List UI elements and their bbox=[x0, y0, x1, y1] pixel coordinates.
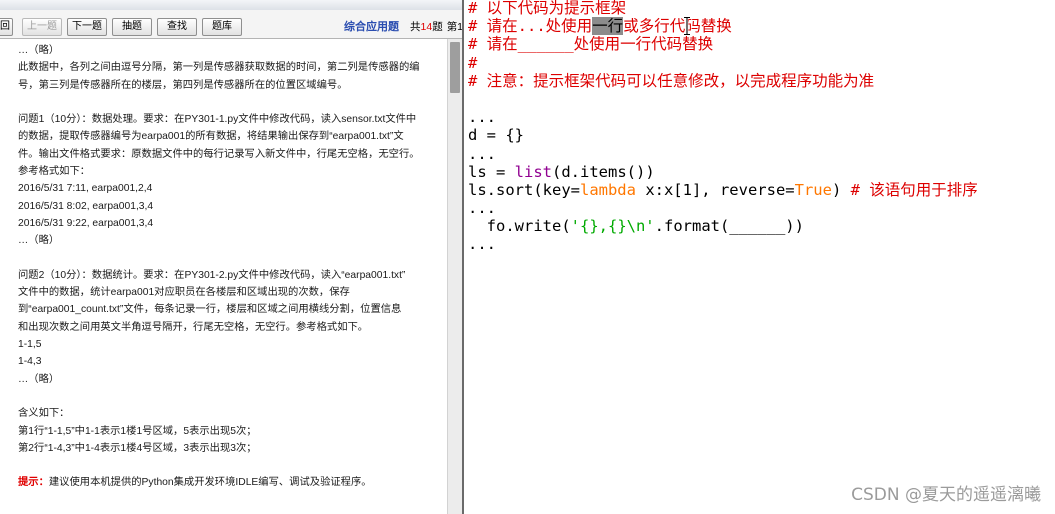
question1-line: 问题1（10分）：数据处理。要求：在PY301-1.py文件中修改代码，读入se… bbox=[18, 114, 417, 126]
code-text: ls = bbox=[468, 162, 515, 181]
question-bank-button[interactable]: 题库 bbox=[202, 18, 242, 36]
intro-line: …（略） bbox=[18, 45, 60, 56]
code-text: ... bbox=[468, 144, 496, 163]
question-count: 共14题 第1 bbox=[410, 20, 462, 34]
previous-question-button[interactable]: 上一题 bbox=[22, 18, 62, 36]
question1-line: 参考格式如下： bbox=[18, 166, 91, 178]
code-builtin: list bbox=[514, 162, 552, 181]
code-keyword: True bbox=[794, 180, 832, 199]
next-question-button[interactable]: 下一题 bbox=[67, 18, 107, 36]
code-comment: 或多行代码替换 bbox=[623, 17, 732, 36]
code-line[interactable]: ... bbox=[468, 235, 1053, 253]
window-title-bar bbox=[0, 0, 462, 10]
code-text: .format(______)) bbox=[654, 217, 804, 236]
code-keyword: lambda bbox=[579, 180, 636, 199]
code-text: fo.write( bbox=[468, 217, 571, 236]
code-line[interactable]: # 请在...处使用一行或多行代码替换 bbox=[468, 17, 1053, 36]
code-text: d = {} bbox=[468, 126, 524, 145]
code-line[interactable]: d = {} bbox=[468, 126, 1053, 144]
code-text: ) bbox=[831, 180, 851, 199]
code-line[interactable]: ls = list(d.items()) bbox=[468, 163, 1053, 181]
question-content: …（略） 此数据中，各列之间由逗号分隔，第一列是传感器获取数据的时间，第二列是传… bbox=[0, 39, 447, 514]
question2-line: 文件中的数据，统计earpa001对应职员在各楼层和区域出现的次数，保存 bbox=[18, 287, 350, 299]
code-line[interactable]: # 请在______处使用一行代码替换 bbox=[468, 35, 1053, 53]
text-cursor-icon bbox=[684, 16, 690, 36]
code-selection: 一行 bbox=[592, 17, 624, 36]
watermark: CSDN @夏天的遥遥漓曦 bbox=[851, 485, 1041, 505]
question1-line: 件。输出文件格式要求：原数据文件中的每行记录写入新文件中，行尾无空格，无空行。 bbox=[18, 148, 420, 160]
code-string: '{},{}\n' bbox=[570, 217, 655, 236]
meaning-line: 含义如下： bbox=[18, 408, 70, 420]
code-text: ... bbox=[468, 108, 496, 127]
question2-line: …（略） bbox=[18, 373, 60, 385]
question2-line: 到“earpa001_count.txt”文件，每条记录一行，楼层和区域之间用横… bbox=[18, 304, 402, 316]
code-text: ... bbox=[468, 235, 496, 254]
blank-code-line[interactable] bbox=[468, 90, 1053, 108]
question-count-number: 14 bbox=[420, 21, 433, 33]
code-line[interactable]: # bbox=[468, 54, 1053, 72]
code-line[interactable]: # 注意：提示框架代码可以任意修改，以完成程序功能为准 bbox=[468, 72, 1053, 90]
hint-label: 提示： bbox=[18, 477, 49, 489]
question1-line: 的数据，提取传感器编号为earpa001的所有数据，将结果输出保存到“earpa… bbox=[18, 131, 404, 143]
code-line[interactable]: ... bbox=[468, 108, 1053, 126]
intro-line: 号，第三列是传感器所在的楼层，第四列是传感器所在的位置区域编号。 bbox=[18, 79, 348, 91]
code-editor[interactable]: # 以下代码为提示框架 # 请在...处使用一行或多行代码替换 # 请在____… bbox=[464, 0, 1055, 514]
code-line[interactable]: # 以下代码为提示框架 bbox=[468, 0, 1053, 17]
sample-output-line: 1-1,5 bbox=[18, 339, 42, 351]
scrollbar-thumb[interactable] bbox=[450, 42, 460, 93]
current-question-number: 第1 bbox=[446, 21, 462, 33]
code-line[interactable]: fo.write('{},{}\n'.format(______)) bbox=[468, 217, 1053, 235]
question-count-suffix: 题 bbox=[432, 21, 443, 33]
code-comment: # bbox=[468, 53, 478, 72]
meaning-line: 第1行“1-1,5”中1-1表示1楼1号区域，5表示出现5次； bbox=[18, 425, 257, 437]
exam-toolbar: 回 上一题 下一题 抽题 查找 题库 综合应用题 共14题 第1 bbox=[0, 10, 462, 39]
code-comment: # 以下代码为提示框架 bbox=[468, 0, 627, 17]
code-comment: # 该语句用于排序 bbox=[850, 180, 978, 199]
code-text: (d.items()) bbox=[552, 162, 655, 181]
question-count-prefix: 共 bbox=[410, 21, 421, 33]
hint-text: 建议使用本机提供的Python集成开发环境IDLE编写、调试及验证程序。 bbox=[48, 477, 372, 489]
code-comment: # 请在...处使用 bbox=[468, 17, 593, 36]
code-text: x:x[1], reverse= bbox=[635, 180, 795, 199]
code-line[interactable]: ... bbox=[468, 199, 1053, 217]
code-comment: # 请在______处使用一行代码替换 bbox=[468, 35, 714, 54]
sample-output-line: 1-4,3 bbox=[18, 356, 42, 368]
sample-output-line: 2016/5/31 9:22, earpa001,3,4 bbox=[18, 217, 154, 229]
question2-line: 和出现次数之间用英文半角逗号隔开，行尾无空格，无空行。参考格式如下。 bbox=[18, 321, 369, 333]
sample-output-line: 2016/5/31 7:11, earpa001,2,4 bbox=[18, 183, 153, 195]
code-comment: # 注意：提示框架代码可以任意修改，以完成程序功能为准 bbox=[468, 71, 875, 90]
hint-line: 提示：建议使用本机提供的Python集成开发环境IDLE编写、调试及验证程序。 bbox=[0, 474, 447, 491]
code-line[interactable]: ... bbox=[468, 145, 1053, 163]
sample-output-line: 2016/5/31 8:02, earpa001,3,4 bbox=[18, 200, 154, 212]
meaning-line: 第2行“1-4,3”中1-4表示1楼4号区域，3表示出现3次； bbox=[18, 442, 257, 454]
content-scrollbar[interactable] bbox=[447, 39, 462, 514]
draw-question-button[interactable]: 抽题 bbox=[112, 18, 152, 36]
question1-line: …（略） bbox=[18, 235, 60, 247]
find-button[interactable]: 查找 bbox=[157, 18, 197, 36]
exam-window: 回 上一题 下一题 抽题 查找 题库 综合应用题 共14题 第1 …（略） 此数据… bbox=[0, 0, 462, 514]
code-text: ls.sort(key= bbox=[468, 180, 580, 199]
question2-line: 问题2（10分）：数据统计。要求：在PY301-2.py文件中修改代码，读入“e… bbox=[18, 269, 406, 281]
code-text: ... bbox=[468, 199, 496, 218]
code-line[interactable]: ls.sort(key=lambda x:x[1], reverse=True)… bbox=[468, 181, 1053, 199]
code-area[interactable]: # 以下代码为提示框架 # 请在...处使用一行或多行代码替换 # 请在____… bbox=[468, 0, 1053, 254]
back-button[interactable]: 回 bbox=[0, 18, 13, 36]
question-type-label: 综合应用题 bbox=[344, 21, 399, 33]
intro-line: 此数据中，各列之间由逗号分隔，第一列是传感器获取数据的时间，第二列是传感器的编 bbox=[18, 62, 420, 74]
